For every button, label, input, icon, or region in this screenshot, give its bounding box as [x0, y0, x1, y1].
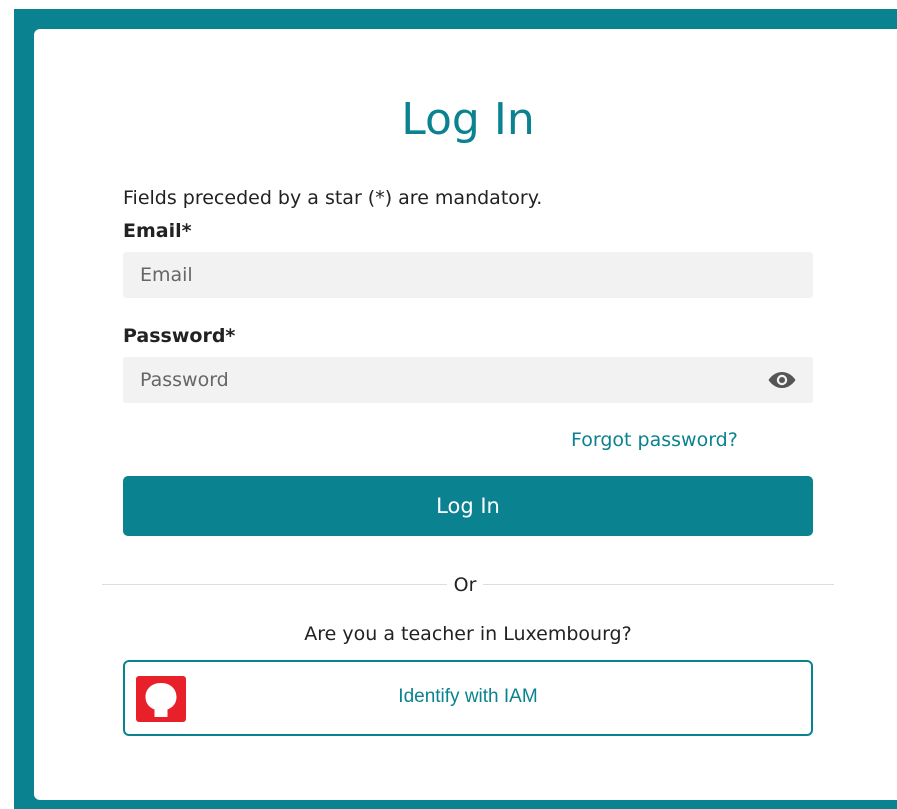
eye-icon[interactable]: [767, 369, 797, 391]
page-title: Log In: [401, 94, 535, 145]
login-button[interactable]: Log In: [123, 476, 813, 536]
password-field-wrapper: [123, 357, 813, 403]
password-label: Password*: [123, 325, 236, 347]
email-field-wrapper: [123, 252, 813, 298]
forgot-password-link[interactable]: Forgot password?: [571, 427, 738, 453]
mandatory-note: Fields preceded by a star (*) are mandat…: [123, 187, 543, 209]
email-label: Email*: [123, 220, 192, 242]
divider-line-right: [483, 584, 834, 585]
identify-iam-button[interactable]: Identify with IAM: [123, 660, 813, 736]
password-field[interactable]: [123, 357, 743, 403]
iam-button-label: Identify with IAM: [398, 686, 538, 707]
teacher-question: Are you a teacher in Luxembourg?: [304, 623, 632, 645]
email-field[interactable]: [123, 252, 743, 298]
divider-line-left: [102, 584, 447, 585]
or-divider-text: Or: [453, 574, 477, 596]
